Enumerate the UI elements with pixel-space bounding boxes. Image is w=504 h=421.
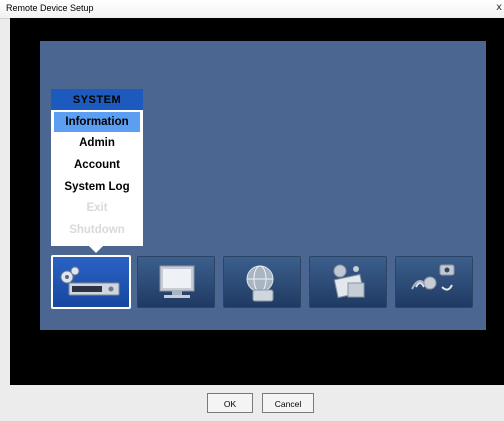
category-device-button[interactable] <box>395 256 473 308</box>
system-menu: SYSTEM Information Admin Account System … <box>51 89 143 253</box>
category-system-button[interactable] <box>51 255 131 309</box>
camera-audio-icon <box>411 264 455 291</box>
menu-item-account[interactable]: Account <box>54 155 140 175</box>
category-event-button[interactable] <box>309 256 387 308</box>
menu-item-information[interactable]: Information <box>54 112 140 132</box>
ok-button[interactable]: OK <box>207 393 253 413</box>
event-notification-icon <box>333 264 365 299</box>
menu-item-shutdown: Shutdown <box>69 224 125 236</box>
monitor-icon <box>159 265 195 298</box>
system-device-icon <box>60 266 120 296</box>
menu-item-system-log[interactable]: System Log <box>54 177 140 197</box>
category-display-button[interactable] <box>137 256 215 308</box>
window-titlebar: Remote Device Setup x <box>0 0 504 19</box>
cancel-button[interactable]: Cancel <box>262 393 314 413</box>
menu-item-exit: Exit <box>86 202 108 214</box>
window-title: Remote Device Setup <box>6 3 94 13</box>
close-icon[interactable]: x <box>496 2 502 13</box>
system-menu-header: SYSTEM <box>51 89 143 110</box>
menu-item-admin[interactable]: Admin <box>54 133 140 153</box>
network-globe-icon <box>246 265 274 302</box>
category-network-button[interactable] <box>223 256 301 308</box>
